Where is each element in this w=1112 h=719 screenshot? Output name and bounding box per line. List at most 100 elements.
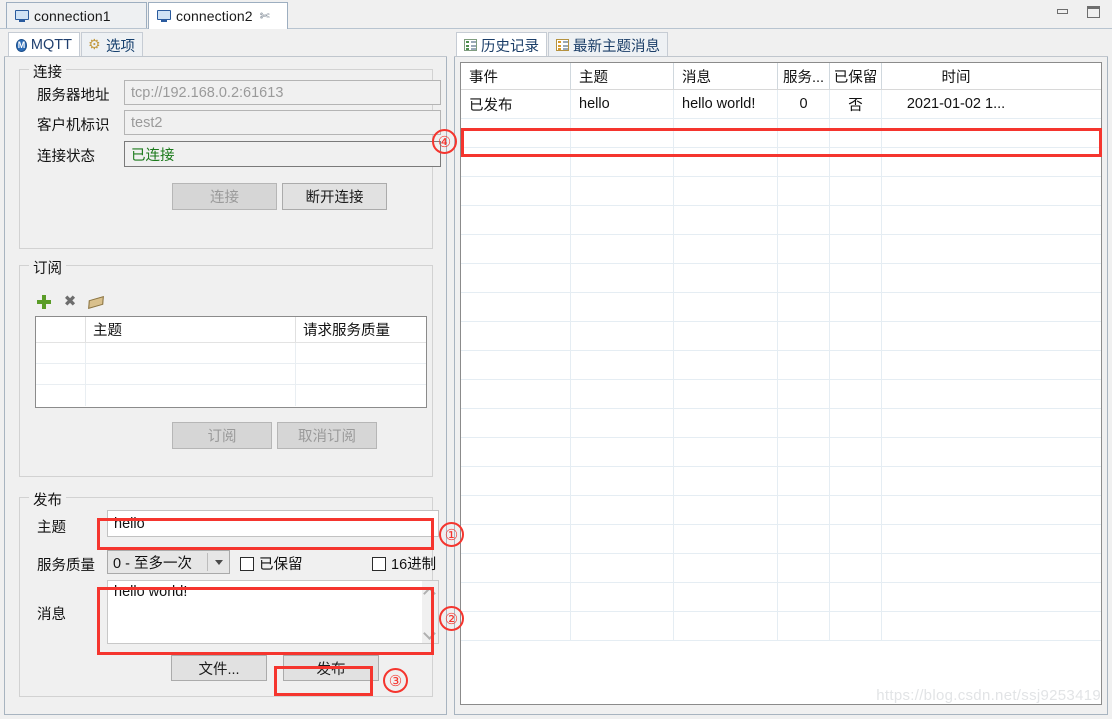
cell-empty [778,554,830,582]
window-tab-connection2[interactable]: connection2 ✄ [148,2,288,29]
table-row[interactable] [461,148,1101,177]
cell-empty [674,322,778,350]
table-row[interactable] [461,467,1101,496]
cell-empty [882,467,1030,495]
scroll-down-icon[interactable] [425,630,435,637]
history-col-event[interactable]: 事件 [461,63,571,89]
minimize-icon[interactable] [1056,6,1069,18]
cell-empty [830,206,882,234]
connection-status-value: 已连接 [124,141,441,167]
cell-empty [830,293,882,321]
table-row[interactable] [36,385,426,406]
client-id-input[interactable]: test2 [124,110,441,135]
table-row[interactable] [461,554,1101,583]
table-row[interactable] [461,119,1101,148]
table-row[interactable] [461,177,1101,206]
annotation-marker-1: ① [439,522,464,547]
cell-empty [461,322,571,350]
add-subscription-icon[interactable] [36,294,52,310]
clear-subscription-icon[interactable] [88,294,104,310]
publish-retained-checkbox[interactable]: 已保留 [240,553,303,574]
cell-empty [461,496,571,524]
cell-empty [674,235,778,263]
publish-message-textarea[interactable]: hello world! [107,580,439,644]
cell-empty [882,322,1030,350]
cell-empty [882,177,1030,205]
history-col-message[interactable]: 消息 [674,63,778,89]
cell-empty [461,148,571,176]
table-row[interactable] [36,364,426,385]
history-col-topic[interactable]: 主题 [571,63,674,89]
tab-options[interactable]: 选项 [81,32,143,57]
cell-empty [830,264,882,292]
connect-button[interactable]: 连接 [172,183,277,210]
unsubscribe-button[interactable]: 取消订阅 [277,422,377,449]
table-row[interactable] [461,264,1101,293]
cell-empty [674,554,778,582]
table-row[interactable] [461,583,1101,612]
publish-button[interactable]: 发布 [283,655,379,681]
table-row[interactable] [461,293,1101,322]
publish-message-value: hello world! [114,584,188,600]
publish-hex-checkbox[interactable]: 16进制 [372,553,436,574]
choose-file-button[interactable]: 文件... [171,655,267,681]
publish-qos-select[interactable]: 0 - 至多一次 [107,550,230,574]
connection-group-title: 连接 [29,61,66,82]
tab-mqtt-label: MQTT [30,37,72,53]
cell-empty [461,583,571,611]
cell-empty [674,438,778,466]
cell-empty [571,438,674,466]
table-row[interactable] [36,343,426,364]
cell-empty [778,119,830,147]
tab-history[interactable]: 历史记录 [456,32,547,57]
subscribe-button[interactable]: 订阅 [172,422,272,449]
cell-empty [830,119,882,147]
checkbox-box [372,556,386,571]
disconnect-button[interactable]: 断开连接 [282,183,387,210]
cell-empty [674,351,778,379]
tab-mqtt[interactable]: M MQTT [8,32,80,57]
history-col-retained[interactable]: 已保留 [830,63,882,89]
subscription-table-header: 主题 请求服务质量 [36,317,426,343]
cell-empty [674,409,778,437]
maximize-icon[interactable] [1087,6,1100,18]
server-address-input[interactable]: tcp://192.168.0.2:61613 [124,80,441,105]
annotation-marker-2: ② [439,606,464,631]
cell-empty [882,554,1030,582]
scroll-up-icon[interactable] [425,587,435,594]
history-col-qos[interactable]: 服务... [778,63,830,89]
window-tab-connection1[interactable]: connection1 [6,2,147,28]
table-row[interactable] [461,206,1101,235]
table-row[interactable]: 已发布 hello hello world! 0 否 2021-01-02 1.… [461,90,1101,119]
window-tab-bar: connection1 connection2 ✄ [0,0,1112,29]
message-scrollbar[interactable] [422,581,438,643]
subscribe-group-title: 订阅 [29,257,66,278]
delete-subscription-icon[interactable]: ✖ [62,294,78,310]
publish-hex-label: 16进制 [391,557,437,573]
window-tab-label: connection2 [176,8,253,24]
cell-empty [778,206,830,234]
table-row[interactable] [461,525,1101,554]
table-row[interactable] [461,438,1101,467]
cell-empty [674,496,778,524]
cell-empty [778,612,830,640]
cell-message: hello world! [674,90,778,118]
table-row[interactable] [461,235,1101,264]
table-row[interactable] [461,612,1101,641]
cell-empty [882,525,1030,553]
cell-empty [778,235,830,263]
left-panel: M MQTT 选项 连接 服务器地址 tcp://192.168.0.2:616… [4,32,447,715]
table-row[interactable] [461,496,1101,525]
close-icon[interactable]: ✄ [260,10,270,22]
publish-topic-input[interactable]: hello [107,510,439,537]
tab-latest-message[interactable]: 最新主题消息 [548,32,668,57]
table-row[interactable] [461,351,1101,380]
table-row[interactable] [461,380,1101,409]
table-row[interactable] [461,322,1101,351]
cell-empty [830,177,882,205]
cell-empty [882,293,1030,321]
cell-empty [571,322,674,350]
cell-empty [461,351,571,379]
table-row[interactable] [461,409,1101,438]
history-col-time[interactable]: 时间 [882,63,1030,89]
